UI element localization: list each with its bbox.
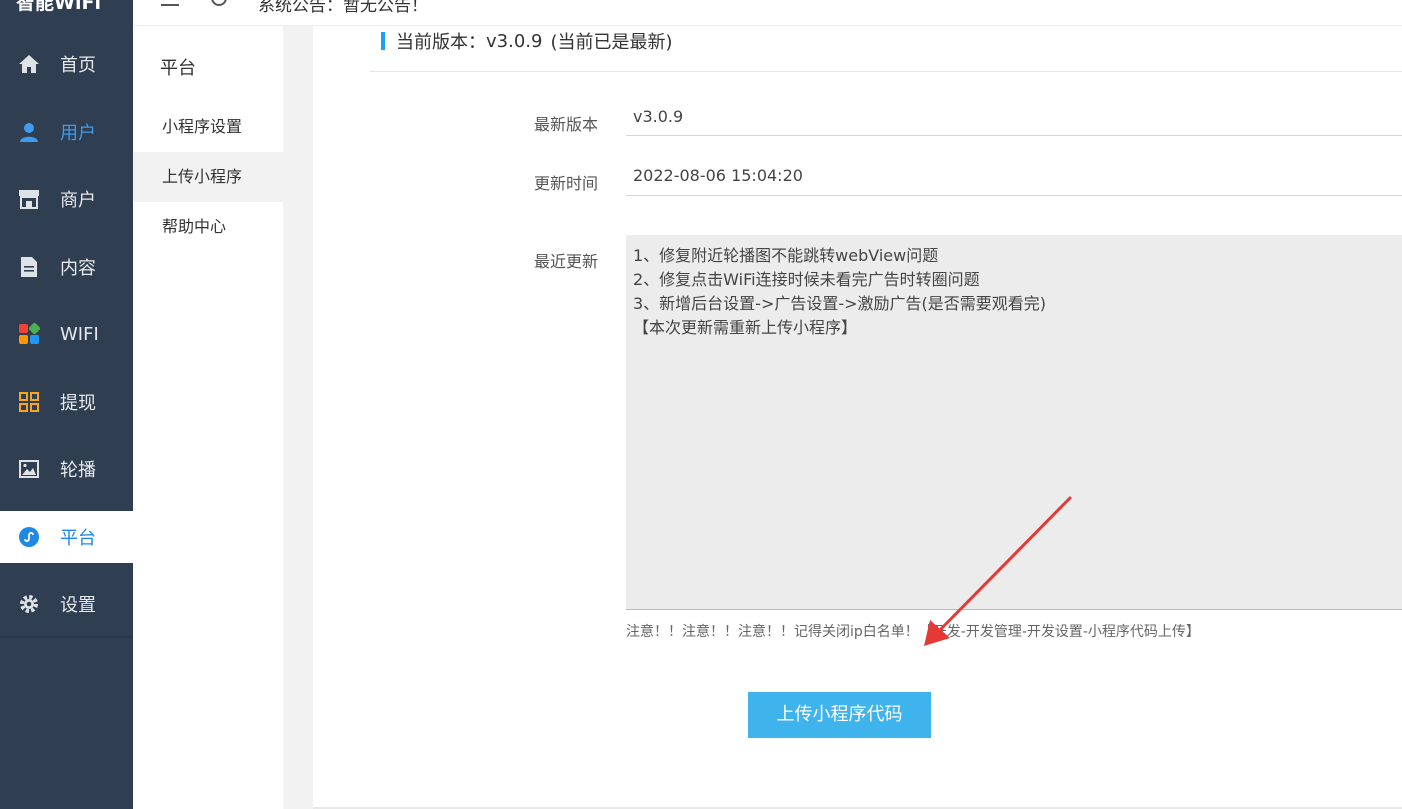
main-sidebar: 智能WiFi 首页 用户 商户 内容 WIFI 提现 轮播 平台 设置 xyxy=(0,0,133,809)
gear-icon xyxy=(18,593,40,615)
main-content: 当前版本： v3.0.9 (当前已是最新) 最新版本 v3.0.9 更新时间 2… xyxy=(313,26,1402,808)
sidebar-item-label: WIFI xyxy=(60,323,99,345)
sidebar-item-label: 内容 xyxy=(60,258,96,279)
miniprogram-icon xyxy=(18,526,40,548)
sidebar-item-label: 商户 xyxy=(60,190,96,211)
current-version-header: 当前版本： v3.0.9 (当前已是最新) xyxy=(381,28,673,54)
sidebar-item-label: 设置 xyxy=(60,595,96,616)
sub-nav-item-help-center[interactable]: 帮助中心 xyxy=(133,202,283,252)
sidebar-item-withdraw[interactable]: 提现 xyxy=(0,376,133,428)
refresh-icon[interactable] xyxy=(211,0,227,6)
changelog-line: 2、修复点击WiFi连接时候未看完广告时转圈问题 xyxy=(633,270,980,289)
header-accent-bar xyxy=(381,32,385,50)
sidebar-item-home[interactable]: 首页 xyxy=(0,38,133,90)
store-icon xyxy=(18,188,40,210)
user-icon xyxy=(18,121,40,143)
sidebar-item-label: 用户 xyxy=(60,123,96,144)
sub-navigation: 平台 小程序设置 上传小程序 帮助中心 xyxy=(133,26,283,809)
changelog-textarea[interactable]: 1、修复附近轮播图不能跳转webView问题 2、修复点击WiFi连接时候未看完… xyxy=(626,235,1402,610)
latest-version-underline xyxy=(626,135,1402,136)
sidebar-item-label: 轮播 xyxy=(60,460,96,481)
grid-icon xyxy=(18,391,40,413)
ip-whitelist-warning: 注意！！注意！！注意！！记得关闭ip白名单！【开发-开发管理-开发设置-小程序代… xyxy=(626,624,1200,640)
sidebar-item-carousel[interactable]: 轮播 xyxy=(0,443,133,495)
sidebar-item-label: 首页 xyxy=(60,55,96,76)
sidebar-item-user[interactable]: 用户 xyxy=(0,106,133,158)
menu-toggle-icon[interactable] xyxy=(161,0,179,6)
home-icon xyxy=(18,53,40,75)
update-time-underline xyxy=(626,195,1402,196)
wifi-apps-icon xyxy=(18,323,40,345)
sidebar-item-settings[interactable]: 设置 xyxy=(0,578,133,630)
divider xyxy=(370,71,1402,72)
sub-nav-title: 平台 xyxy=(160,58,196,79)
sidebar-item-content[interactable]: 内容 xyxy=(0,241,133,293)
recent-update-label: 最近更新 xyxy=(534,252,599,271)
update-time-label: 更新时间 xyxy=(534,174,599,193)
update-time-value: 2022-08-06 15:04:20 xyxy=(633,166,803,185)
sidebar-item-wifi[interactable]: WIFI xyxy=(0,308,133,360)
top-bar: 系统公告：暂无公告！ xyxy=(133,0,1402,26)
changelog-line: 3、新增后台设置->广告设置->激励广告(是否需要观看完) xyxy=(633,294,1047,313)
sidebar-divider xyxy=(0,636,133,638)
sub-nav-item-miniprogram-settings[interactable]: 小程序设置 xyxy=(133,102,283,152)
current-version-label: 当前版本： xyxy=(396,32,486,53)
changelog-line: 1、修复附近轮播图不能跳转webView问题 xyxy=(633,246,939,265)
current-version-status: (当前已是最新) xyxy=(550,32,673,53)
sidebar-item-label: 提现 xyxy=(60,393,96,414)
app-logo: 智能WiFi xyxy=(16,0,101,14)
sub-nav-item-upload-miniprogram[interactable]: 上传小程序 xyxy=(133,152,283,202)
current-version-value: v3.0.9 xyxy=(486,30,543,52)
system-notice: 系统公告：暂无公告！ xyxy=(258,0,428,16)
document-icon xyxy=(18,256,40,278)
changelog-line: 【本次更新需重新上传小程序】 xyxy=(633,318,858,337)
latest-version-value: v3.0.9 xyxy=(633,107,684,126)
image-icon xyxy=(18,458,40,480)
sidebar-item-platform[interactable]: 平台 xyxy=(0,511,133,563)
upload-miniprogram-code-button[interactable]: 上传小程序代码 xyxy=(748,692,931,738)
latest-version-label: 最新版本 xyxy=(534,115,599,134)
sidebar-item-merchant[interactable]: 商户 xyxy=(0,173,133,225)
sidebar-item-label: 平台 xyxy=(60,528,96,549)
